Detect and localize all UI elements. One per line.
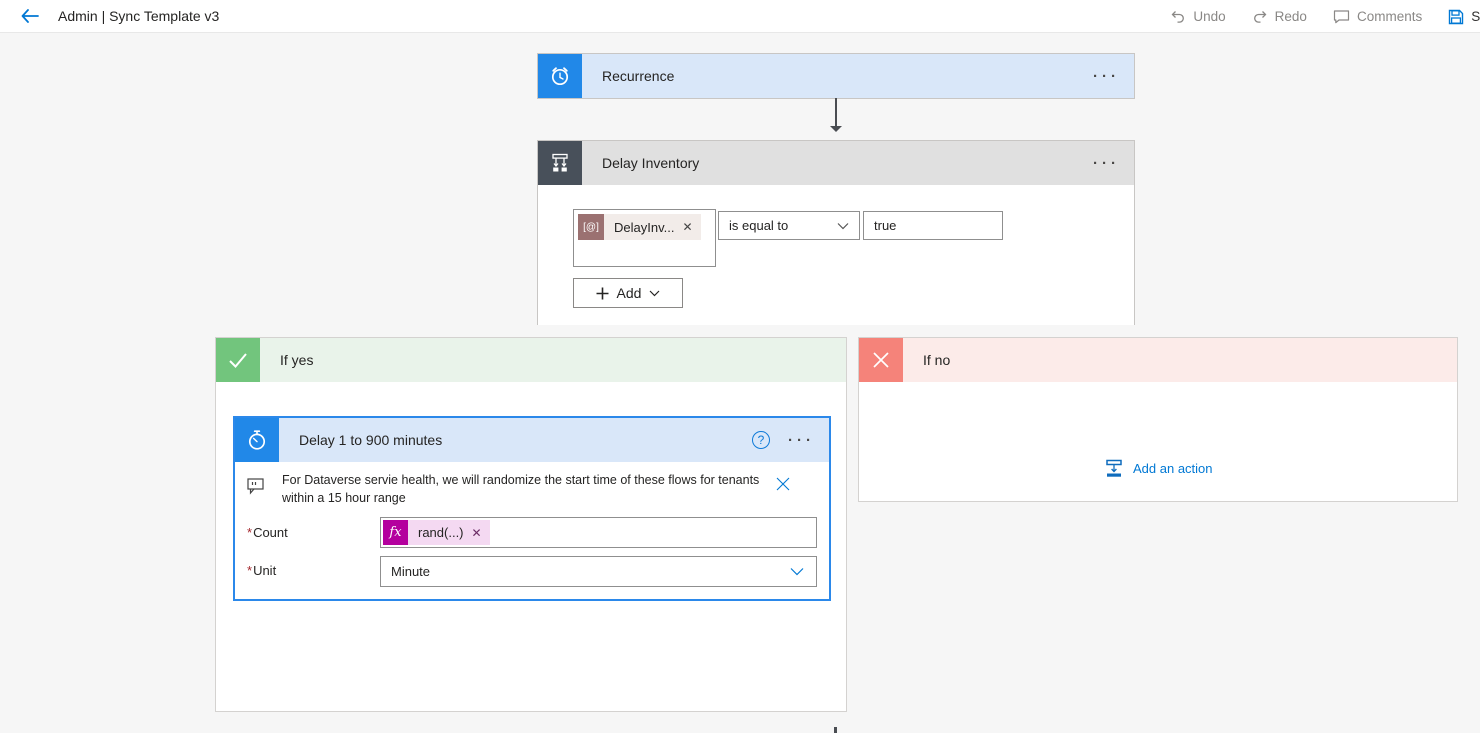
undo-button[interactable]: Undo — [1170, 9, 1226, 25]
save-icon — [1449, 9, 1464, 24]
redo-button[interactable]: Redo — [1252, 9, 1307, 25]
token-remove-icon[interactable]: ✕ — [680, 220, 700, 234]
if-yes-header[interactable]: If yes — [216, 338, 846, 382]
unit-dropdown[interactable]: Minute — [380, 556, 817, 587]
fx-icon: fx — [383, 520, 408, 545]
delay-tile — [235, 418, 279, 462]
recurrence-tile — [538, 54, 582, 98]
save-label: Save — [1471, 9, 1480, 24]
comments-button[interactable]: Comments — [1333, 9, 1422, 24]
arrow-left-icon — [21, 9, 39, 23]
expression-token[interactable]: fx rand(...) ✕ — [383, 520, 490, 545]
recurrence-card[interactable]: Recurrence ··· — [537, 53, 1135, 99]
top-bar: Admin | Sync Template v3 Undo Redo Comme… — [0, 0, 1480, 33]
condition-title: Delay Inventory — [602, 155, 700, 171]
required-mark: * — [247, 525, 253, 540]
redo-label: Redo — [1274, 9, 1307, 24]
redo-icon — [1253, 10, 1267, 23]
flow-designer-canvas: Admin | Sync Template v3 Undo Redo Comme… — [0, 0, 1480, 733]
expression-remove-icon[interactable]: ✕ — [468, 526, 490, 540]
token-label: DelayInv... — [614, 219, 675, 235]
undo-label: Undo — [1193, 9, 1226, 24]
unit-value: Minute — [391, 564, 431, 579]
unit-field-label: *Unit — [247, 563, 277, 578]
recurrence-menu-button[interactable]: ··· — [1093, 69, 1134, 84]
chevron-down-icon — [650, 290, 660, 296]
add-action-icon — [1106, 459, 1122, 477]
plus-icon — [596, 287, 609, 299]
if-no-branch: If no Add an action — [858, 337, 1458, 502]
cross-icon — [873, 352, 889, 368]
chevron-down-icon — [790, 567, 816, 576]
condition-card[interactable]: Delay Inventory ··· [@] DelayInv... ✕ is… — [537, 140, 1135, 325]
flow-title: Admin | Sync Template v3 — [58, 8, 220, 24]
condition-header[interactable]: Delay Inventory ··· — [538, 141, 1134, 185]
condition-tile — [538, 141, 582, 185]
condition-branch-icon — [552, 153, 568, 172]
condition-menu-button[interactable]: ··· — [1093, 156, 1134, 171]
required-mark: * — [247, 563, 253, 578]
if-no-add-action-label: Add an action — [1133, 460, 1213, 476]
checkmark-icon — [229, 353, 247, 368]
if-no-tile — [859, 338, 903, 382]
dynamic-content-icon: [@] — [578, 214, 604, 240]
if-no-add-action-button[interactable]: Add an action — [1104, 458, 1213, 478]
delay-title: Delay 1 to 900 minutes — [299, 432, 443, 448]
close-icon — [776, 477, 790, 491]
count-input-field[interactable]: fx rand(...) ✕ — [380, 517, 817, 548]
help-icon[interactable]: ? — [752, 431, 770, 449]
if-no-header[interactable]: If no — [859, 338, 1457, 382]
if-no-label: If no — [923, 352, 951, 368]
topbar-actions: Undo Redo Comments S — [1170, 0, 1480, 32]
note-close-button[interactable] — [776, 471, 790, 491]
connector-arrow — [830, 98, 842, 132]
back-button[interactable] — [18, 4, 42, 28]
condition-value-input[interactable] — [863, 211, 1003, 240]
note-text: For Dataverse servie health, we will ran… — [282, 473, 760, 506]
condition-add-button[interactable]: Add — [573, 278, 683, 308]
delay-action-card[interactable]: Delay 1 to 900 minutes ? ··· For Dataver… — [233, 416, 831, 601]
comment-bubble-icon — [1333, 10, 1350, 24]
comments-label: Comments — [1356, 9, 1423, 24]
delay-menu-button[interactable]: ··· — [788, 433, 829, 448]
count-field-label: *Count — [247, 525, 288, 540]
operator-value: is equal to — [729, 218, 789, 233]
if-yes-tile — [216, 338, 260, 382]
note-bubble-icon — [247, 478, 264, 495]
stopwatch-icon — [248, 430, 266, 450]
condition-left-operand-field[interactable]: [@] DelayInv... ✕ — [573, 209, 716, 267]
note-row: For Dataverse servie health, we will ran… — [247, 471, 821, 507]
condition-body: [@] DelayInv... ✕ is equal to Add — [538, 185, 1134, 325]
delay-header[interactable]: Delay 1 to 900 minutes ? ··· — [235, 418, 829, 462]
connector-stub — [834, 727, 837, 733]
if-yes-branch: If yes Delay 1 to 900 minutes ? ··· For … — [215, 337, 847, 712]
add-button-label: Add — [616, 285, 642, 301]
expression-label: rand(...) — [418, 525, 464, 540]
save-button[interactable]: Save — [1448, 9, 1480, 25]
if-yes-label: If yes — [280, 352, 314, 368]
chevron-down-icon — [837, 222, 859, 230]
undo-icon — [1171, 10, 1185, 23]
recurrence-header[interactable]: Recurrence ··· — [538, 54, 1134, 98]
recurrence-title: Recurrence — [602, 68, 675, 84]
condition-operator-dropdown[interactable]: is equal to — [718, 211, 860, 240]
dynamic-content-token[interactable]: [@] DelayInv... ✕ — [578, 214, 701, 240]
alarm-clock-icon — [551, 67, 569, 86]
